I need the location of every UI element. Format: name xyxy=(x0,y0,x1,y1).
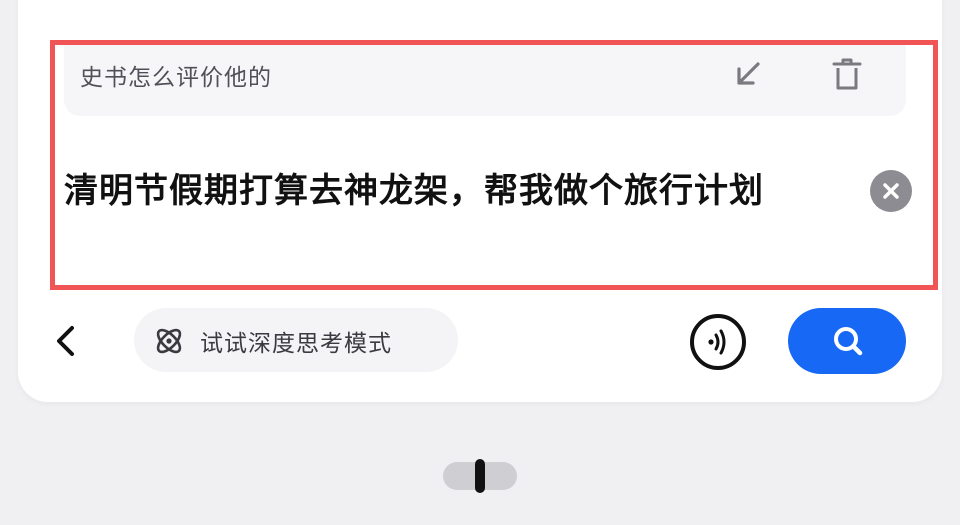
deep-thinking-mode-label: 试试深度思考模式 xyxy=(200,331,392,357)
search-query-input[interactable]: 清明节假期打算去神龙架，帮我做个旅行计划 xyxy=(64,162,834,220)
history-suggestion-text[interactable]: 史书怎么评价他的 xyxy=(80,58,272,92)
trash-icon[interactable] xyxy=(830,56,864,92)
atom-icon xyxy=(152,324,186,358)
voice-wave-icon xyxy=(708,329,726,355)
drag-handle-indicator xyxy=(475,459,485,493)
back-button[interactable] xyxy=(48,320,84,362)
search-icon xyxy=(834,327,863,356)
arrow-up-left-icon[interactable] xyxy=(732,58,764,90)
voice-input-button[interactable] xyxy=(690,314,746,370)
chevron-left-icon xyxy=(57,326,74,356)
close-circle-icon xyxy=(883,183,899,199)
deep-thinking-mode-chip[interactable]: 试试深度思考模式 xyxy=(134,308,458,372)
clear-input-button[interactable] xyxy=(870,170,912,212)
search-button[interactable] xyxy=(788,308,906,374)
drag-handle[interactable] xyxy=(443,459,517,493)
history-suggestion-row[interactable]: 史书怎么评价他的 xyxy=(64,40,906,116)
